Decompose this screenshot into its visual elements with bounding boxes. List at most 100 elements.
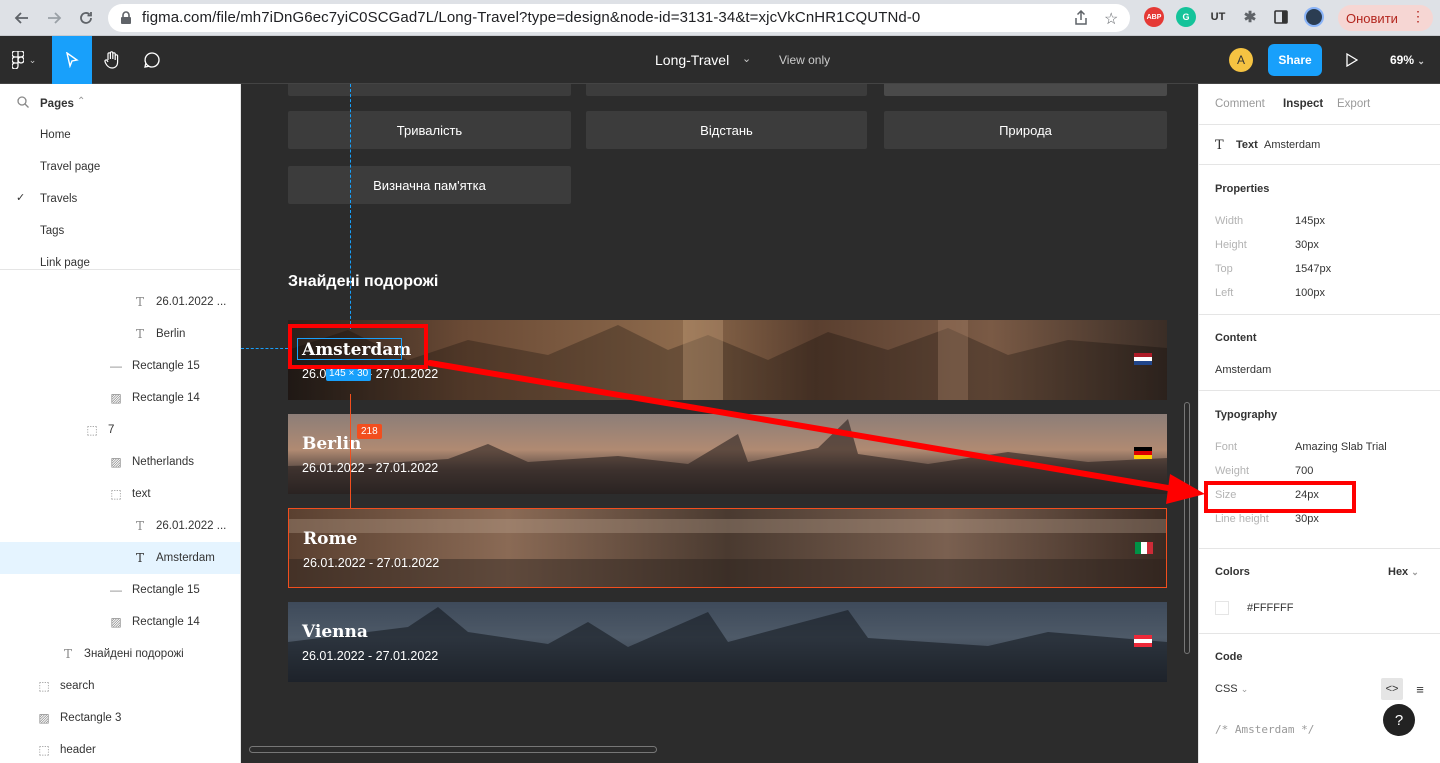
move-tool-button[interactable] [52,36,92,84]
layer-label: search [60,680,95,692]
layer-row[interactable]: T Amsterdam [0,542,240,574]
filter-chip-landmark[interactable]: Визначна пам'ятка [288,166,571,204]
back-icon[interactable] [10,6,34,30]
page-item[interactable]: Travel page [0,157,240,179]
filter-label: Тривалість [396,122,463,138]
list-view-icon[interactable]: ≡ [1409,678,1431,700]
help-button[interactable]: ? [1383,704,1415,736]
layer-row[interactable]: ⬚ 7 [0,414,240,446]
figma-menu-button[interactable]: ⌄ [0,36,48,84]
travel-card-vienna[interactable]: Vienna 26.01.2022 - 27.01.2022 [288,602,1167,682]
tab-comment[interactable]: Comment [1215,98,1265,110]
netherlands-flag-icon [1134,353,1152,365]
chevron-down-icon: ⌄ [1411,567,1419,577]
pages-header[interactable]: Pages [40,98,74,110]
travel-card-rome[interactable]: Rome 26.01.2022 - 27.01.2022 [288,508,1167,588]
layer-row[interactable]: T Знайдені подорожі [0,638,240,670]
zoom-value: 69% [1390,53,1415,67]
layer-label: header [60,744,96,756]
grammarly-icon[interactable]: G [1176,7,1196,27]
layer-label: Amsterdam [156,552,215,564]
layer-row[interactable]: ▨ Rectangle 3 [0,702,240,734]
layer-row[interactable]: — Rectangle 15 [0,574,240,606]
present-button[interactable] [1338,36,1366,84]
zoom-level[interactable]: 69% ⌄ [1390,53,1425,67]
puzzle-icon[interactable]: ✱ [1240,7,1260,27]
property-value[interactable]: 145px [1295,215,1325,227]
layer-row[interactable]: — Rectangle 15 [0,350,240,382]
vertical-scrollbar[interactable] [1184,402,1190,654]
adblock-icon[interactable]: ABP [1144,7,1164,27]
filter-chip-duration[interactable]: Тривалість [288,111,571,149]
property-value[interactable]: 30px [1295,513,1319,525]
color-value[interactable]: #FFFFFF [1247,602,1293,614]
tab-export[interactable]: Export [1337,98,1370,110]
filter-chip-nature[interactable]: Природа [884,111,1167,149]
code-language-select[interactable]: CSS ⌄ [1215,683,1248,695]
search-icon[interactable] [17,96,29,111]
cursor-icon [66,52,79,68]
star-icon[interactable]: ☆ [1104,9,1118,29]
share-page-icon[interactable] [1074,9,1088,29]
filter-chip[interactable] [586,84,867,96]
card-date: 26.01.2022 - 27.01.2022 [302,461,439,475]
profile-avatar-icon[interactable] [1304,7,1324,27]
filter-chip-distance[interactable]: Відстань [586,111,867,149]
forward-icon[interactable] [42,6,66,30]
property-value[interactable]: Amazing Slab Trial [1295,441,1387,453]
hand-tool-button[interactable] [92,36,132,84]
card-image [288,607,1167,682]
text-icon: T [135,327,144,341]
code-view-icon[interactable]: <> [1381,678,1403,700]
property-label: Left [1215,287,1234,299]
ut-extension-icon[interactable]: UT [1208,7,1228,27]
address-bar[interactable]: figma.com/file/mh7iDnG6ec7yiC0SCGad7L/Lo… [108,4,1130,32]
horizontal-scrollbar[interactable] [249,746,657,753]
card-image [289,519,1166,587]
page-item[interactable]: Home [0,125,240,147]
page-item[interactable]: Tags [0,221,240,243]
text-icon: T [63,647,72,661]
update-button[interactable]: Оновити ⋮ [1338,5,1433,31]
design-canvas[interactable]: Тривалість Відстань Природа Визначна пам… [241,84,1198,763]
share-button[interactable]: Share [1268,44,1322,76]
property-value[interactable]: 700 [1295,465,1313,477]
distance-badge: 218 [357,424,382,439]
page-item[interactable]: ✓ Travels [0,189,240,211]
layer-row[interactable]: T 26.01.2022 ... [0,510,240,542]
layer-row[interactable]: ⬚ text [0,478,240,510]
comment-tool-button[interactable] [132,36,172,84]
layer-label: Rectangle 15 [132,584,200,596]
layer-row[interactable]: ▨ Rectangle 14 [0,606,240,638]
color-swatch[interactable] [1215,601,1229,615]
lock-icon [120,11,132,28]
chevron-up-icon[interactable]: ⌃ [77,96,85,107]
layer-row[interactable]: T 26.01.2022 ... [0,286,240,318]
property-value[interactable]: 30px [1295,239,1319,251]
color-format-select[interactable]: Hex ⌄ [1388,566,1419,578]
page-label: Home [40,129,71,141]
filter-label: Визначна пам'ятка [373,177,486,193]
filter-chip[interactable] [884,84,1167,96]
filter-chip[interactable] [288,84,571,96]
layer-row[interactable]: T Berlin [0,318,240,350]
text-icon: T [1215,138,1224,153]
property-value[interactable]: 1547px [1295,263,1331,275]
layer-row[interactable]: ⬚ header [0,734,240,763]
tab-inspect[interactable]: Inspect [1283,98,1323,110]
typography-section: Typography Font Amazing Slab Trial Weight 7… [1199,390,1440,548]
user-avatar[interactable]: A [1229,48,1253,72]
chevron-down-icon[interactable]: ⌄ [742,52,751,65]
layer-row[interactable]: ⬚ search [0,670,240,702]
layer-row[interactable]: ▨ Netherlands [0,446,240,478]
travel-card-berlin[interactable]: Berlin 26.01.2022 - 27.01.2022 [288,414,1167,494]
check-icon: ✓ [16,192,26,204]
reload-icon[interactable] [74,6,98,30]
text-icon: T [135,551,144,565]
page-item[interactable]: Link page [0,253,240,275]
page-label: Tags [40,225,65,237]
sidebar-toggle-icon[interactable] [1271,7,1291,27]
layer-row[interactable]: ▨ Rectangle 14 [0,382,240,414]
document-title[interactable]: Long-Travel [655,52,729,68]
property-value[interactable]: 100px [1295,287,1325,299]
